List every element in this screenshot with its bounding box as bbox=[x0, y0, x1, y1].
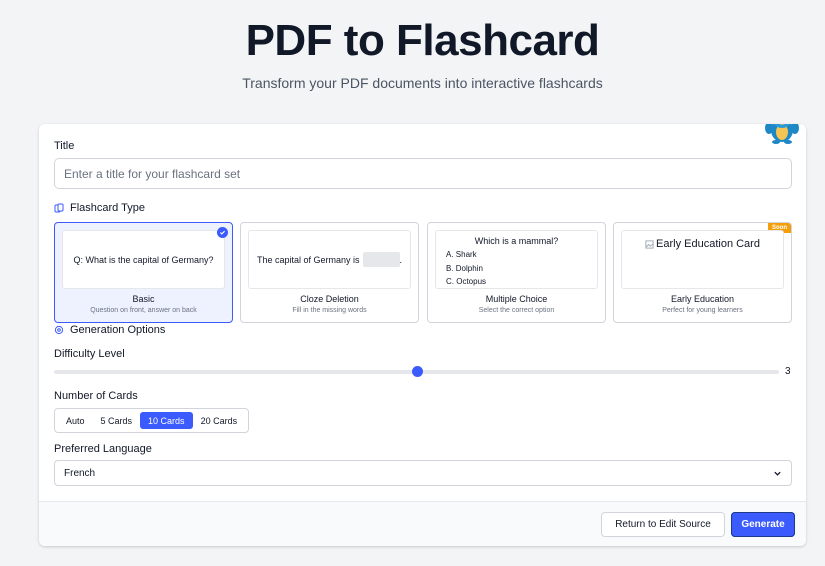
card-count-selector: Auto 5 Cards 10 Cards 20 Cards bbox=[54, 408, 250, 433]
difficulty-value: 3 bbox=[785, 366, 791, 377]
early-education-alt-text: Early Education Card bbox=[656, 238, 760, 250]
generation-options-label: Generation Options bbox=[70, 324, 166, 336]
type-card-basic[interactable]: Q: What is the capital of Germany? Basic… bbox=[54, 222, 233, 323]
page-subtitle: Transform your PDF documents into intera… bbox=[242, 75, 603, 91]
type-card-cloze[interactable]: The capital of Germany is . Cloze Deleti… bbox=[240, 222, 419, 323]
flashcard-type-heading: Flashcard Type bbox=[54, 202, 145, 214]
mc-option: C. Octopus bbox=[446, 277, 487, 286]
title-label: Title bbox=[54, 140, 75, 152]
generation-options-heading: Generation Options bbox=[54, 324, 165, 336]
number-of-cards-label: Number of Cards bbox=[54, 390, 138, 402]
title-input-placeholder: Enter a title for your flashcard set bbox=[64, 166, 241, 181]
type-desc-basic: Question on front, answer on back bbox=[90, 307, 197, 314]
page-title: PDF to Flashcard bbox=[245, 16, 600, 65]
card-count-auto[interactable]: Auto bbox=[58, 412, 93, 429]
dragon-mascot-icon bbox=[765, 124, 799, 144]
mc-question: Which is a mammal? bbox=[474, 236, 559, 246]
type-name-early-education: Early Education bbox=[670, 294, 735, 304]
return-to-edit-source-button[interactable]: Return to Edit Source bbox=[601, 512, 725, 537]
cloze-blank bbox=[362, 252, 400, 267]
type-name-multiple-choice: Multiple Choice bbox=[485, 294, 548, 304]
selected-check-icon bbox=[217, 227, 228, 238]
type-name-cloze: Cloze Deletion bbox=[300, 294, 359, 304]
form-footer: Return to Edit Source Generate bbox=[39, 501, 806, 546]
cloze-preview-text: The capital of Germany is bbox=[256, 254, 360, 265]
mc-option: B. Dolphin bbox=[446, 264, 483, 273]
title-input[interactable]: Enter a title for your flashcard set bbox=[54, 158, 792, 189]
cloze-preview-end: . bbox=[399, 254, 403, 265]
type-desc-multiple-choice: Select the correct option bbox=[478, 307, 555, 314]
type-desc-cloze: Fill in the missing words bbox=[292, 307, 367, 314]
language-select[interactable]: French bbox=[54, 460, 792, 486]
difficulty-label: Difficulty Level bbox=[54, 348, 125, 360]
difficulty-slider-thumb[interactable] bbox=[411, 366, 423, 377]
card-count-20[interactable]: 20 Cards bbox=[193, 412, 246, 429]
flashcard-type-label: Flashcard Type bbox=[70, 202, 146, 214]
card-count-5[interactable]: 5 Cards bbox=[93, 412, 141, 429]
broken-image-icon bbox=[645, 239, 654, 249]
basic-preview: Q: What is the capital of Germany? bbox=[62, 230, 225, 289]
mc-option: A. Shark bbox=[446, 250, 477, 259]
type-card-early-education[interactable]: Soon Early Education Card Early Educatio… bbox=[613, 222, 792, 323]
language-select-value: French bbox=[64, 467, 96, 479]
mc-preview: Which is a mammal? A. Shark B. Dolphin C… bbox=[435, 230, 598, 289]
cards-icon bbox=[54, 203, 64, 213]
generate-button[interactable]: Generate bbox=[731, 512, 795, 537]
difficulty-slider[interactable] bbox=[54, 366, 779, 377]
chevron-down-icon bbox=[774, 471, 781, 476]
cloze-preview: The capital of Germany is . bbox=[248, 230, 411, 289]
early-education-preview: Early Education Card bbox=[621, 230, 784, 289]
type-card-multiple-choice[interactable]: Which is a mammal? A. Shark B. Dolphin C… bbox=[427, 222, 606, 323]
flashcard-form-panel: Title Enter a title for your flashcard s… bbox=[39, 124, 806, 546]
broken-image: Early Education Card bbox=[645, 238, 760, 250]
type-name-basic: Basic bbox=[132, 294, 155, 304]
gear-icon bbox=[54, 325, 64, 335]
card-count-10[interactable]: 10 Cards bbox=[140, 412, 193, 429]
basic-preview-text: Q: What is the capital of Germany? bbox=[73, 254, 214, 265]
type-desc-early-education: Perfect for young learners bbox=[662, 307, 743, 314]
preferred-language-label: Preferred Language bbox=[54, 443, 152, 455]
